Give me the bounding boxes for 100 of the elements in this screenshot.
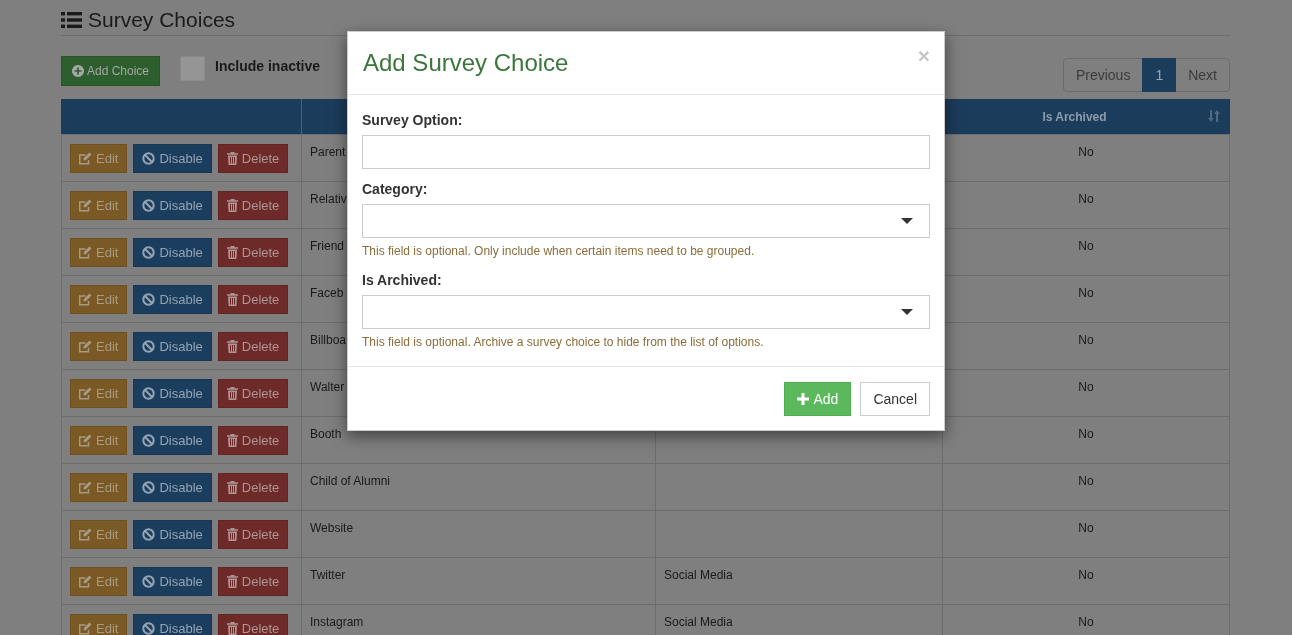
disable-button[interactable]: Disable [133, 567, 212, 596]
table-cell: No [1078, 521, 1094, 535]
table-cell: No [1078, 145, 1094, 159]
edit-button[interactable]: Edit [70, 191, 128, 220]
disable-button[interactable]: Disable [133, 426, 212, 455]
table-cell: No [1078, 286, 1094, 300]
cancel-button[interactable]: Cancel [860, 382, 930, 416]
delete-button[interactable]: Delete [217, 332, 289, 361]
ban-icon [142, 199, 156, 212]
plus-icon [797, 393, 810, 405]
table-cell: No [1078, 239, 1094, 253]
field-label: Survey Option: [362, 111, 464, 130]
add-choice-button[interactable]: Add Choice [61, 56, 161, 86]
table-cell: Twitter [310, 568, 346, 582]
trash-icon [226, 152, 238, 165]
table-cell: Relativ [310, 192, 347, 206]
field-label: Category: [362, 180, 429, 199]
ban-icon [142, 293, 156, 306]
trash-icon [226, 340, 238, 353]
edit-button[interactable]: Edit [70, 238, 128, 267]
table-cell: Parent [310, 145, 346, 159]
text-input[interactable] [362, 135, 930, 169]
table-cell: Instagram [310, 615, 364, 629]
dropdown-field[interactable] [362, 295, 930, 329]
table-cell: Faceb [310, 286, 344, 300]
page-title: Survey Choices [88, 7, 236, 33]
table-cell: Friend [310, 239, 344, 253]
help-text: This field is optional. Only include when certain items need to be grouped. [362, 243, 756, 260]
field-label: Is Archived: [362, 271, 443, 290]
disable-button[interactable]: Disable [133, 144, 212, 173]
table-cell: Social Media [664, 615, 733, 629]
ban-icon [142, 246, 156, 259]
table-cell: No [1078, 568, 1094, 582]
disable-button[interactable]: Disable [133, 285, 212, 314]
edit-button[interactable]: Edit [70, 285, 128, 314]
disable-button[interactable]: Disable [133, 191, 212, 220]
ban-icon [142, 481, 156, 494]
table-cell: No [1078, 192, 1094, 206]
table-cell: No [1078, 474, 1094, 488]
delete-button[interactable]: Delete [217, 520, 289, 549]
table-cell: Walter [310, 380, 345, 394]
ban-icon [142, 622, 156, 635]
edit-button[interactable]: Edit [70, 520, 128, 549]
table-cell: No [1078, 427, 1094, 441]
edit-button[interactable]: Edit [70, 473, 128, 502]
edit-button[interactable]: Edit [70, 567, 128, 596]
delete-button[interactable]: Delete [217, 567, 289, 596]
dialog-title: Add Survey Choice [363, 50, 569, 76]
disable-button[interactable]: Disable [133, 614, 212, 635]
trash-icon [226, 481, 238, 494]
page-number-button[interactable]: 1 [1142, 58, 1177, 92]
ban-icon [142, 575, 156, 588]
trash-icon [226, 528, 238, 541]
trash-icon [226, 622, 238, 635]
add-button[interactable]: Add [784, 382, 852, 416]
disable-button[interactable]: Disable [133, 332, 212, 361]
delete-button[interactable]: Delete [217, 238, 289, 267]
disable-button[interactable]: Disable [133, 379, 212, 408]
edit-button[interactable]: Edit [70, 614, 128, 635]
table-cell: No [1078, 333, 1094, 347]
ban-icon [142, 434, 156, 447]
table-cell: No [1078, 615, 1094, 629]
table-cell: No [1078, 380, 1094, 394]
dropdown-field[interactable] [362, 204, 930, 238]
ban-icon [142, 528, 156, 541]
disable-button[interactable]: Disable [133, 520, 212, 549]
delete-button[interactable]: Delete [217, 285, 289, 314]
trash-icon [226, 434, 238, 447]
delete-button[interactable]: Delete [217, 379, 289, 408]
edit-button[interactable]: Edit [70, 332, 128, 361]
sort-icon[interactable] [1208, 110, 1220, 122]
trash-icon [226, 575, 238, 588]
trash-icon [226, 293, 238, 306]
delete-button[interactable]: Delete [217, 144, 289, 173]
caret-icon [901, 218, 913, 224]
table-cell: Social Media [664, 568, 733, 582]
include-inactive-label: Include inactive [215, 57, 321, 76]
table-cell: Website [310, 521, 354, 535]
delete-button[interactable]: Delete [217, 426, 289, 455]
help-text: This field is optional. Archive a survey choice to hide from the list of options. [362, 334, 765, 351]
ban-icon [142, 387, 156, 400]
ban-icon [142, 152, 156, 165]
trash-icon [226, 246, 238, 259]
trash-icon [226, 387, 238, 400]
ban-icon [142, 340, 156, 353]
table-cell: Child of Alumni [310, 474, 391, 488]
delete-button[interactable]: Delete [217, 191, 289, 220]
caret-icon [901, 309, 913, 315]
delete-button[interactable]: Delete [217, 473, 289, 502]
table-cell: Booth [310, 427, 342, 441]
disable-button[interactable]: Disable [133, 238, 212, 267]
disable-button[interactable]: Disable [133, 473, 212, 502]
column-header[interactable]: Is Archived [1042, 109, 1107, 124]
edit-button[interactable]: Edit [70, 144, 128, 173]
trash-icon [226, 199, 238, 212]
table-cell: Billboa [310, 333, 347, 347]
edit-button[interactable]: Edit [70, 379, 128, 408]
list-icon [61, 12, 82, 28]
delete-button[interactable]: Delete [217, 614, 289, 635]
edit-button[interactable]: Edit [70, 426, 128, 455]
